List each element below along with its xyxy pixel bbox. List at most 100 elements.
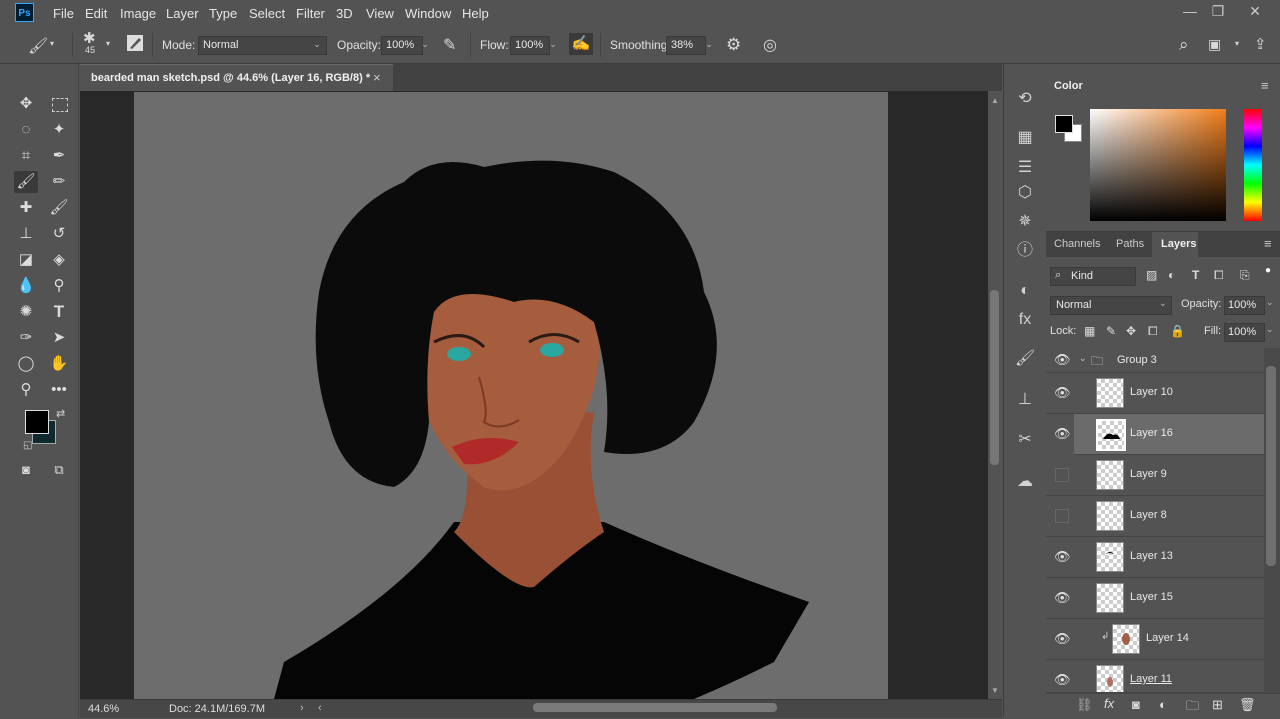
default-colors-icon[interactable]: ◱ (23, 440, 32, 451)
fx-icon[interactable]: fx (1104, 696, 1114, 711)
menu-view[interactable]: View (366, 6, 394, 21)
pencil-tool-icon[interactable]: ✏ (47, 171, 71, 193)
color-wheel-icon[interactable]: ◐ (1014, 280, 1036, 302)
eye-icon[interactable]: 👁 (1054, 385, 1071, 401)
paint-bucket-tool-icon[interactable]: ◈ (47, 249, 71, 271)
vertical-scroll-thumb[interactable] (990, 290, 999, 465)
chevron-down-icon[interactable]: ⌄ (702, 36, 716, 53)
layer-row[interactable]: 👁 Layer 11 (1046, 660, 1264, 693)
tool-presets-icon[interactable]: ✂ (1014, 429, 1036, 451)
visibility-toggle[interactable] (1055, 468, 1069, 482)
pen-tool-icon[interactable]: ✑ (14, 327, 38, 349)
close-document-button[interactable]: × (373, 70, 381, 85)
quick-mask-icon[interactable]: ◙ (14, 459, 38, 481)
fill-input[interactable]: 100% (1224, 323, 1265, 342)
brushes-icon[interactable]: 🖌 (1014, 348, 1036, 370)
chevron-down-icon[interactable]: ⌄ (1079, 353, 1087, 364)
eraser-tool-icon[interactable]: ◪ (14, 249, 38, 271)
share-icon[interactable]: ⇪ (1254, 35, 1267, 53)
eye-icon[interactable]: 👁 (1054, 631, 1071, 647)
filter-shape-icon[interactable]: ⧠ (1214, 268, 1224, 283)
color-foreground-swatch[interactable] (1055, 115, 1073, 133)
lock-transparent-icon[interactable]: ▦ (1084, 324, 1095, 338)
color-field[interactable] (1090, 109, 1226, 221)
more-tools-icon[interactable]: ••• (47, 379, 71, 401)
mode-select[interactable]: Normal (198, 36, 327, 55)
panel-menu-icon[interactable]: ≡ (1264, 236, 1272, 251)
menu-type[interactable]: Type (209, 6, 237, 21)
path-selection-tool-icon[interactable]: ➤ (47, 327, 71, 349)
layer-row[interactable]: 👁 Layer 10 (1046, 373, 1264, 414)
filter-pixel-icon[interactable]: ▨ (1146, 268, 1157, 282)
document-tab[interactable]: bearded man sketch.psd @ 44.6% (Layer 16… (80, 64, 393, 92)
brush-tool-icon[interactable]: 🖌 (14, 171, 38, 193)
smoothing-input[interactable]: 38% (666, 36, 706, 55)
workspace-icon[interactable]: ▣ (1208, 36, 1221, 53)
eye-icon[interactable]: 👁 (1054, 590, 1071, 606)
chevron-down-icon[interactable]: ⌄ (546, 36, 560, 53)
menu-file[interactable]: File (53, 6, 74, 21)
filter-kind-select[interactable]: ⌕ Kind (1050, 267, 1136, 286)
mixer-brush-tool-icon[interactable]: 🖌 (47, 197, 71, 219)
magic-wand-tool-icon[interactable]: ✦ (47, 119, 71, 141)
menu-layer[interactable]: Layer (166, 6, 199, 21)
styles-icon[interactable]: fx (1014, 309, 1036, 331)
visibility-toggle[interactable] (1055, 509, 1069, 523)
layer-opacity-input[interactable]: 100% (1224, 296, 1265, 315)
filter-smart-object-icon[interactable]: ⎘ (1240, 268, 1250, 283)
add-mask-icon[interactable]: ◙ (1132, 697, 1140, 712)
blend-mode-select[interactable]: Normal ⌄ (1050, 296, 1172, 315)
type-tool-icon[interactable]: T (47, 301, 71, 323)
flow-input[interactable]: 100% (510, 36, 550, 55)
hue-slider[interactable] (1244, 109, 1262, 221)
menu-select[interactable]: Select (249, 6, 285, 21)
pressure-opacity-icon[interactable]: ✎ (443, 35, 456, 55)
layer-row[interactable]: 👁 Layer 15 (1046, 578, 1264, 619)
ellipse-tool-icon[interactable]: ◯ (14, 353, 38, 375)
filter-type-icon[interactable]: T (1192, 268, 1199, 282)
layer-row[interactable]: Layer 8 (1046, 496, 1264, 537)
foreground-color-swatch[interactable] (25, 410, 49, 434)
lock-all-icon[interactable]: 🔒 (1170, 324, 1185, 338)
tab-channels[interactable]: Channels (1054, 238, 1100, 250)
lock-artboard-icon[interactable]: ⧠ (1148, 324, 1158, 339)
scroll-down-icon[interactable]: ▼ (991, 686, 999, 695)
chevron-down-icon[interactable]: ▾ (106, 39, 110, 48)
crop-tool-icon[interactable]: ⌗ (14, 145, 38, 167)
panel-menu-icon[interactable]: ≡ (1261, 78, 1269, 93)
tab-paths[interactable]: Paths (1116, 238, 1144, 250)
pressure-size-icon[interactable]: ◎ (763, 35, 777, 55)
link-layers-icon[interactable]: ⛓ (1076, 697, 1093, 713)
scroll-left-icon[interactable]: ‹ (318, 702, 322, 714)
blur-tool-icon[interactable]: 💧 (14, 275, 38, 297)
restore-button[interactable]: ❐ (1203, 2, 1233, 20)
horizontal-scroll-thumb[interactable] (533, 703, 777, 712)
delete-layer-icon[interactable]: 🗑 (1239, 697, 1256, 713)
move-tool-icon[interactable]: ✥ (14, 93, 38, 115)
marquee-tool-icon[interactable] (52, 98, 68, 112)
history-brush-tool-icon[interactable]: ↺ (47, 223, 71, 245)
swap-colors-icon[interactable]: ⇄ (56, 407, 65, 420)
menu-image[interactable]: Image (120, 6, 156, 21)
info-icon[interactable]: ⓘ (1014, 240, 1036, 262)
menu-edit[interactable]: Edit (85, 6, 107, 21)
clone-source-icon[interactable]: ⊥ (1014, 389, 1036, 411)
clone-stamp-tool-icon[interactable]: ⊥ (14, 223, 38, 245)
filter-adjustment-icon[interactable]: ◐ (1168, 268, 1175, 282)
eye-icon[interactable]: 👁 (1054, 426, 1071, 442)
layer-row[interactable]: 👁 ↲ Layer 14 (1046, 619, 1264, 660)
info-expand-icon[interactable]: › (300, 702, 304, 714)
menu-window[interactable]: Window (405, 6, 451, 21)
layer-group-row[interactable]: 👁 ⌄ 🗀 Group 3 (1046, 348, 1264, 373)
healing-brush-tool-icon[interactable]: ✚ (14, 197, 38, 219)
navigator-icon[interactable]: ✵ (1014, 211, 1036, 233)
chevron-down-icon[interactable]: ⌄ (310, 36, 324, 53)
chevron-down-icon[interactable]: ⌄ (1266, 297, 1274, 308)
canvas[interactable] (134, 92, 888, 699)
lasso-tool-icon[interactable]: ◌ (14, 119, 38, 141)
airbrush-icon[interactable]: ✍ (569, 33, 593, 55)
search-icon[interactable]: ⌕ (1179, 35, 1189, 55)
chevron-down-icon[interactable]: ⌄ (418, 36, 432, 53)
photoshop-logo[interactable]: Ps (15, 3, 34, 22)
zoom-tool-icon[interactable]: ⚲ (14, 379, 38, 401)
